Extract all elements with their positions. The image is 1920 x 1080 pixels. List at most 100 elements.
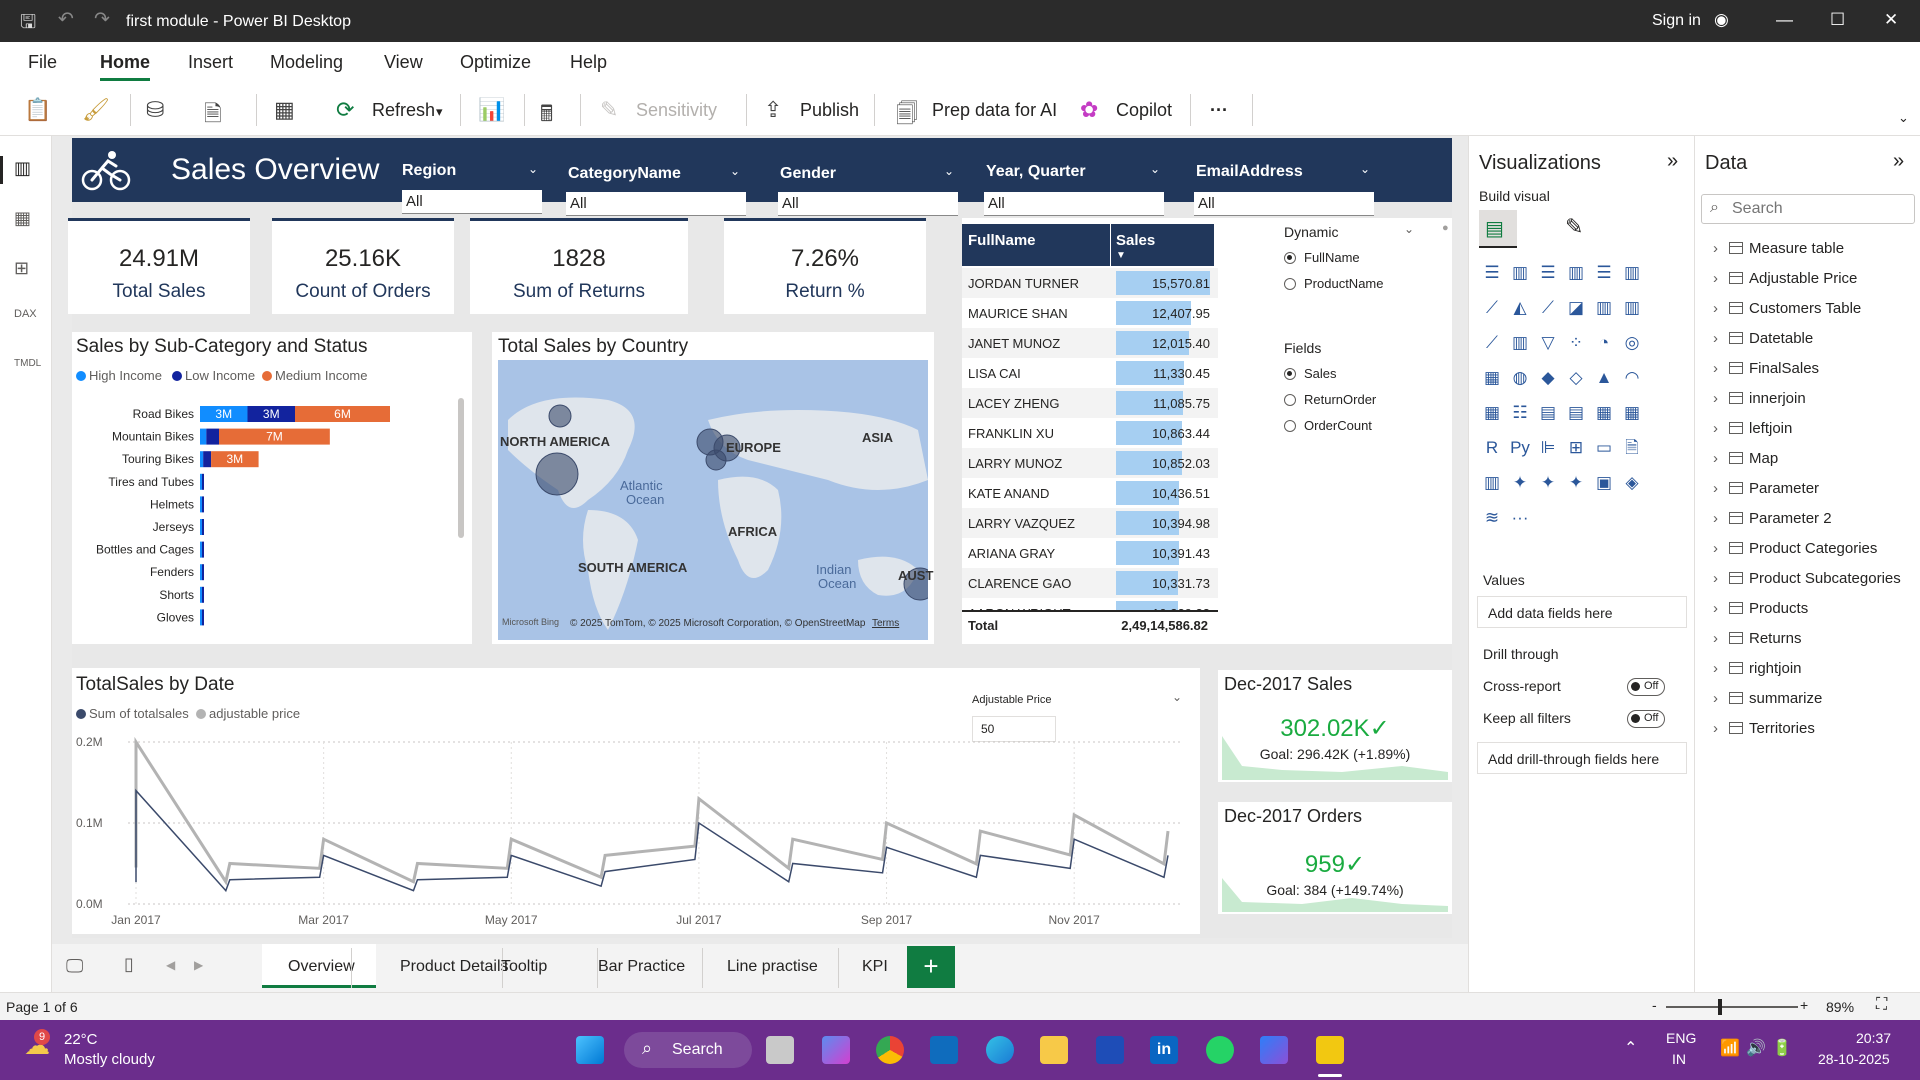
more-visuals-icon[interactable]: ··· [1507, 505, 1533, 531]
arcgis-icon[interactable]: ✦ [1563, 470, 1589, 496]
expand-chevron-icon[interactable]: › [1713, 450, 1729, 467]
recent-sources-icon[interactable]: 🗎 [204, 97, 222, 135]
matrix-row[interactable]: JANET MUNOZ 12,015.40 [962, 328, 1218, 358]
matrix-row[interactable]: MAURICE SHAN 12,407.95 [962, 298, 1218, 328]
prep-data-icon[interactable]: 🗐 [896, 97, 918, 135]
python-visual-icon[interactable]: R [1479, 435, 1505, 461]
bar-segment[interactable] [200, 586, 202, 603]
bar-segment[interactable] [202, 519, 204, 535]
bar-segment[interactable] [202, 473, 204, 490]
volume-icon[interactable]: 🔊 [1746, 1038, 1766, 1058]
new-measure-icon[interactable]: 🖩 [540, 97, 553, 135]
bar-segment[interactable] [202, 609, 204, 626]
card-icon[interactable]: ◠ [1619, 365, 1645, 391]
r-visual-icon[interactable]: ▦ [1619, 400, 1645, 426]
slicer-region[interactable]: All [402, 190, 542, 214]
add-page-button[interactable]: + [907, 946, 955, 988]
bar-segment[interactable] [200, 541, 202, 558]
custom-visual-icon[interactable]: ▣ [1591, 470, 1617, 496]
gauge-icon[interactable]: ▲ [1591, 365, 1617, 391]
data-table-item[interactable]: › leftjoin [1713, 420, 1792, 437]
donut-icon[interactable]: ◔ [1591, 330, 1617, 356]
sensitivity-button[interactable]: Sensitivity [636, 100, 717, 121]
security-icon[interactable] [1096, 1036, 1124, 1064]
power-bi-icon[interactable] [1316, 1036, 1344, 1064]
world-map[interactable] [498, 360, 928, 640]
more-options-button[interactable]: ··· [1210, 100, 1228, 121]
matrix-row[interactable]: AARON WRIGHT10,329.23 [962, 598, 1218, 610]
data-table-item[interactable]: › Parameter 2 [1713, 510, 1832, 527]
tab-overview[interactable]: Overview [288, 958, 355, 976]
qa-icon[interactable]: ⊞ [1563, 435, 1589, 461]
format-painter-icon[interactable]: 🖌 [82, 97, 110, 123]
dax-query-icon[interactable]: DAX [14, 308, 37, 320]
cross-report-toggle[interactable]: Off [1627, 678, 1665, 696]
tmdl-view-icon[interactable]: TMDL [14, 358, 41, 369]
sign-in-button[interactable]: Sign in [1652, 12, 1701, 30]
data-table-item[interactable]: › Datetable [1713, 330, 1813, 347]
matrix-panel[interactable]: FullName Sales ▼ JORDAN TURNER 15,570.81 M… [962, 218, 1452, 644]
outlook-icon[interactable] [930, 1036, 958, 1064]
matrix-row[interactable]: LISA CAI 11,330.45 [962, 358, 1218, 388]
tab-bar-practice[interactable]: Bar Practice [598, 958, 685, 976]
map-bubble[interactable] [535, 452, 579, 496]
clock-date[interactable]: 28-10-2025 [1818, 1051, 1890, 1067]
expand-chevron-icon[interactable]: › [1713, 510, 1729, 527]
area-chart-icon[interactable]: ◭ [1507, 295, 1533, 321]
menu-optimize[interactable]: Optimize [460, 52, 531, 73]
bar-segment[interactable] [202, 541, 204, 558]
stacked-column-icon[interactable]: ▥ [1507, 260, 1533, 286]
maximize-icon[interactable]: ☐ [1830, 10, 1845, 30]
map-bubble[interactable] [705, 449, 727, 471]
collapse-pane-icon[interactable]: » [1667, 150, 1678, 173]
copilot-button[interactable]: Copilot [1116, 100, 1172, 121]
clock-time[interactable]: 20:37 [1856, 1030, 1891, 1046]
zoom-slider-handle[interactable] [1718, 999, 1722, 1015]
power-kpi-icon[interactable]: ≋ [1479, 505, 1505, 531]
metrics-icon[interactable]: ✦ [1535, 470, 1561, 496]
prev-page-icon[interactable]: ◀ [166, 958, 175, 972]
sensitivity-icon[interactable]: ✎ [600, 97, 618, 123]
keep-filters-toggle[interactable]: Off [1627, 710, 1665, 728]
pie-icon[interactable]: ⁘ [1563, 330, 1589, 356]
expand-chevron-icon[interactable]: › [1713, 630, 1729, 647]
100-bar-icon[interactable]: ☰ [1591, 260, 1617, 286]
collapse-pane-icon[interactable]: » [1893, 150, 1904, 173]
slicer-gender[interactable]: All [778, 192, 958, 216]
bar-segment[interactable] [203, 451, 212, 468]
fit-page-icon[interactable]: ⛶ [1876, 996, 1887, 1014]
kpi-sales-panel[interactable]: Dec-2017 Sales 302.02K✓ Goal: 296.42K (+… [1218, 670, 1452, 782]
file-explorer-icon[interactable] [1040, 1036, 1068, 1064]
card-total-sales[interactable]: 24.91M Total Sales [68, 218, 250, 314]
line-column-icon[interactable]: ▥ [1591, 295, 1617, 321]
battery-icon[interactable]: 🔋 [1772, 1038, 1792, 1058]
expand-chevron-icon[interactable]: › [1713, 570, 1729, 587]
bar-segment[interactable] [200, 473, 202, 490]
azure-map-icon[interactable]: ◇ [1563, 365, 1589, 391]
expand-chevron-icon[interactable]: › [1713, 480, 1729, 497]
m365-icon[interactable] [822, 1036, 850, 1064]
expand-chevron-icon[interactable]: › [1713, 420, 1729, 437]
language-line1[interactable]: ENG [1666, 1030, 1696, 1046]
clustered-bar-icon[interactable]: ☰ [1535, 260, 1561, 286]
app-icon[interactable] [1260, 1036, 1288, 1064]
funnel-icon[interactable]: ▥ [1507, 330, 1533, 356]
stacked-area-icon[interactable]: ⟋ [1535, 295, 1561, 321]
tab-tooltip[interactable]: Tooltip [501, 958, 547, 976]
data-table-item[interactable]: › Parameter [1713, 480, 1819, 497]
tab-line-practise[interactable]: Line practise [727, 958, 818, 976]
chrome-icon[interactable] [876, 1036, 904, 1064]
bar-segment[interactable] [202, 496, 204, 513]
expand-chevron-icon[interactable]: › [1713, 690, 1729, 707]
menu-help[interactable]: Help [570, 52, 607, 73]
bar-segment[interactable] [200, 519, 202, 535]
bar-segment[interactable] [200, 496, 202, 513]
minimize-icon[interactable]: — [1776, 10, 1793, 30]
radio-returnorder[interactable]: ReturnOrder [1284, 392, 1376, 407]
chevron-down-icon[interactable]: ⌄ [1360, 162, 1370, 176]
expand-chevron-icon[interactable]: › [1713, 390, 1729, 407]
expand-chevron-icon[interactable]: › [1713, 300, 1729, 317]
menu-home[interactable]: Home [100, 52, 150, 73]
transform-data-icon[interactable]: ▦ [274, 97, 295, 123]
kpi-icon[interactable]: ☷ [1507, 400, 1533, 426]
